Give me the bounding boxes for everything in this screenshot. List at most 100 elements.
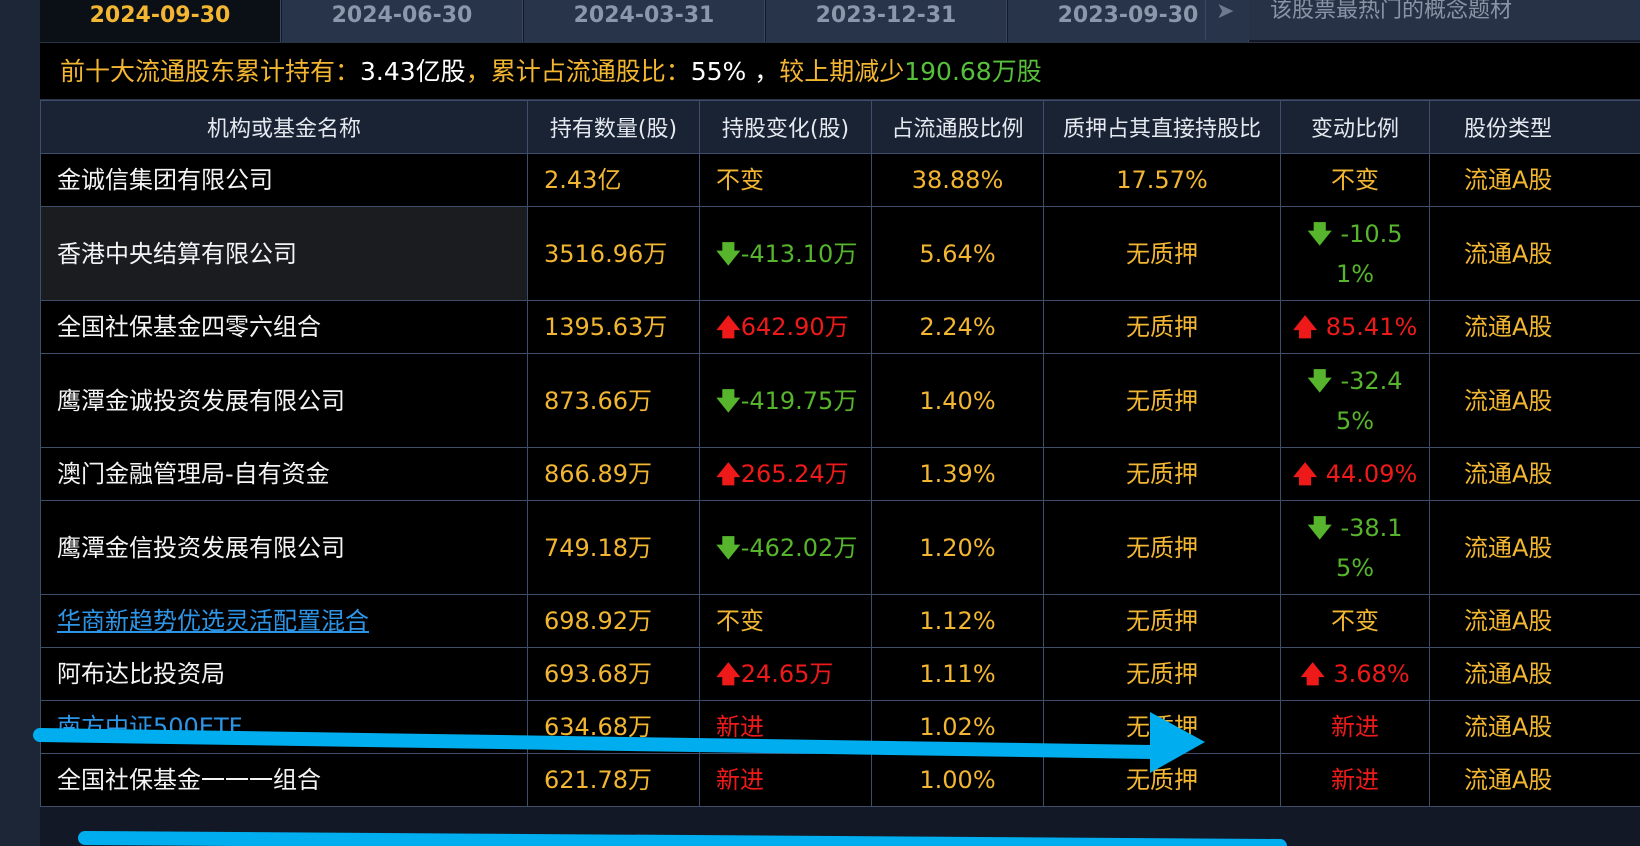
change-ratio-value: 不变 [1331, 166, 1379, 194]
col-header-share-type[interactable]: 股份类型 [1429, 100, 1640, 154]
holding-change-value: -413.10万 [740, 239, 858, 268]
arrow-down-icon: 🡇 [1307, 219, 1341, 248]
float-share-ratio: 1.02% [871, 700, 1044, 754]
float-share-ratio: 2.24% [871, 300, 1044, 354]
float-share-ratio: 1.11% [871, 647, 1044, 701]
change-ratio: 🡅 85.41% [1280, 300, 1430, 354]
holding-change: 🡇-413.10万 [699, 206, 872, 301]
arrow-up-icon: 🡅 [716, 660, 741, 688]
change-ratio: 🡇 -38.15% [1280, 500, 1430, 595]
hint-text: 该股票最热门的概念题材 [1270, 0, 1513, 23]
holding-change-value: 24.65万 [740, 660, 834, 688]
arrow-up-icon: 🡅 [716, 460, 741, 488]
holding-quantity: 873.66万 [527, 353, 700, 448]
pledge-ratio: 无质押 [1043, 647, 1281, 701]
table-row: 鹰潭金诚投资发展有限公司 873.66万 🡇-419.75万 1.40% 无质押 🡇 -3… [40, 353, 1640, 448]
share-type: 流通A股 [1429, 447, 1640, 501]
holding-change-value: 265.24万 [740, 460, 849, 488]
change-ratio: 新进 [1280, 753, 1430, 807]
share-type: 流通A股 [1429, 300, 1640, 354]
holding-quantity: 621.78万 [527, 753, 700, 807]
pointer-arrow-icon: ➤ [1216, 0, 1235, 24]
holding-change-value: 新进 [716, 766, 764, 794]
holding-change-value: 新进 [716, 713, 764, 741]
holder-name: 全国社保基金一一一组合 [40, 753, 528, 807]
summary-ratio-value: 55% ， [690, 57, 780, 86]
holding-quantity: 693.68万 [527, 647, 700, 701]
share-type: 流通A股 [1429, 647, 1640, 701]
change-ratio-value: -38.15% [1335, 513, 1403, 582]
holding-change: 新进 [699, 700, 872, 754]
tab-period-3[interactable]: 2024-03-31 [524, 0, 765, 42]
pledge-ratio: 无质押 [1043, 700, 1281, 754]
arrow-down-icon: 🡇 [716, 533, 741, 562]
float-share-ratio: 1.20% [871, 500, 1044, 595]
table-row: 澳门金融管理局-自有资金 866.89万 🡅265.24万 1.39% 无质押 🡅 44.… [40, 447, 1640, 501]
col-header-holding[interactable]: 持有数量(股) [527, 100, 700, 154]
summary-prefix: 前十大流通股东累计持有： [60, 57, 361, 86]
arrow-down-icon: 🡇 [716, 239, 741, 268]
holding-change: 🡅265.24万 [699, 447, 872, 501]
float-share-ratio: 5.64% [871, 206, 1044, 301]
summary-total-holding: 3.43亿股 [360, 57, 466, 86]
change-ratio: 🡇 -10.51% [1280, 206, 1430, 301]
holder-name-link[interactable]: 南方中证500ETF [40, 700, 528, 754]
change-ratio: 🡅 44.09% [1280, 447, 1430, 501]
holder-name-link[interactable]: 华商新趋势优选灵活配置混合 [40, 594, 528, 648]
table-row: 南方中证500ETF 634.68万 新进 1.02% 无质押 新进 流通A股 [40, 700, 1640, 754]
arrow-up-icon: 🡅 [1292, 460, 1326, 488]
float-share-ratio: 38.88% [871, 153, 1044, 207]
share-type: 流通A股 [1429, 753, 1640, 807]
summary-change-value: 190.68万股 [904, 57, 1042, 86]
summary-change-label: 较上期减少 [779, 57, 905, 86]
change-ratio-value: 新进 [1331, 766, 1379, 794]
holding-quantity: 698.92万 [527, 594, 700, 648]
col-header-change[interactable]: 持股变化(股) [699, 100, 872, 154]
table-row: 全国社保基金四零六组合 1395.63万 🡅642.90万 2.24% 无质押 🡅 85.… [40, 300, 1640, 354]
col-header-pledge[interactable]: 质押占其直接持股比 [1043, 100, 1281, 154]
table-row: 阿布达比投资局 693.68万 🡅24.65万 1.11% 无质押 🡅 3.68% 流通A股 [40, 647, 1640, 701]
change-ratio-value: -10.51% [1335, 219, 1403, 288]
col-header-change-ratio[interactable]: 变动比例 [1280, 100, 1430, 154]
concept-hint-tooltip[interactable]: ➤ 该股票最热门的概念题材 [1205, 0, 1640, 40]
top-holders-table: 机构或基金名称 持有数量(股) 持股变化(股) 占流通股比例 质押占其直接持股比… [40, 100, 1640, 807]
holding-change-value: 642.90万 [740, 313, 849, 341]
col-header-name[interactable]: 机构或基金名称 [40, 100, 528, 154]
pledge-ratio: 无质押 [1043, 753, 1281, 807]
col-header-float-ratio[interactable]: 占流通股比例 [871, 100, 1044, 154]
holder-name: 鹰潭金诚投资发展有限公司 [40, 353, 528, 448]
side-panel [0, 0, 40, 846]
pledge-ratio: 无质押 [1043, 206, 1281, 301]
annotation-stroke-2 [78, 831, 1287, 846]
change-ratio-value: 85.41% [1325, 313, 1418, 341]
holding-quantity: 634.68万 [527, 700, 700, 754]
holding-change-value: -462.02万 [740, 533, 858, 562]
table-row: 华商新趋势优选灵活配置混合 698.92万 不变 1.12% 无质押 不变 流通A股 [40, 594, 1640, 648]
holder-name: 澳门金融管理局-自有资金 [40, 447, 528, 501]
share-type: 流通A股 [1429, 206, 1640, 301]
float-share-ratio: 1.40% [871, 353, 1044, 448]
holder-name: 阿布达比投资局 [40, 647, 528, 701]
holding-quantity: 1395.63万 [527, 300, 700, 354]
arrow-up-icon: 🡅 [1292, 313, 1326, 341]
tab-period-2[interactable]: 2024-06-30 [282, 0, 523, 42]
change-ratio: 🡅 3.68% [1280, 647, 1430, 701]
holding-quantity: 866.89万 [527, 447, 700, 501]
holding-quantity: 749.18万 [527, 500, 700, 595]
holder-name: 鹰潭金信投资发展有限公司 [40, 500, 528, 595]
change-ratio-value: 3.68% [1333, 660, 1410, 688]
float-share-ratio: 1.12% [871, 594, 1044, 648]
float-share-ratio: 1.00% [871, 753, 1044, 807]
change-ratio: 🡇 -32.45% [1280, 353, 1430, 448]
change-ratio: 不变 [1280, 594, 1430, 648]
share-type: 流通A股 [1429, 500, 1640, 595]
summary-ratio-label: ，累计占流通股比： [465, 57, 691, 86]
holding-change: 不变 [699, 153, 872, 207]
share-type: 流通A股 [1429, 353, 1640, 448]
change-ratio: 新进 [1280, 700, 1430, 754]
pledge-ratio: 无质押 [1043, 353, 1281, 448]
tab-period-1[interactable]: 2024-09-30 [40, 0, 281, 42]
holding-quantity: 3516.96万 [527, 206, 700, 301]
tab-period-4[interactable]: 2023-12-31 [766, 0, 1007, 42]
change-ratio-value: 44.09% [1325, 460, 1418, 488]
